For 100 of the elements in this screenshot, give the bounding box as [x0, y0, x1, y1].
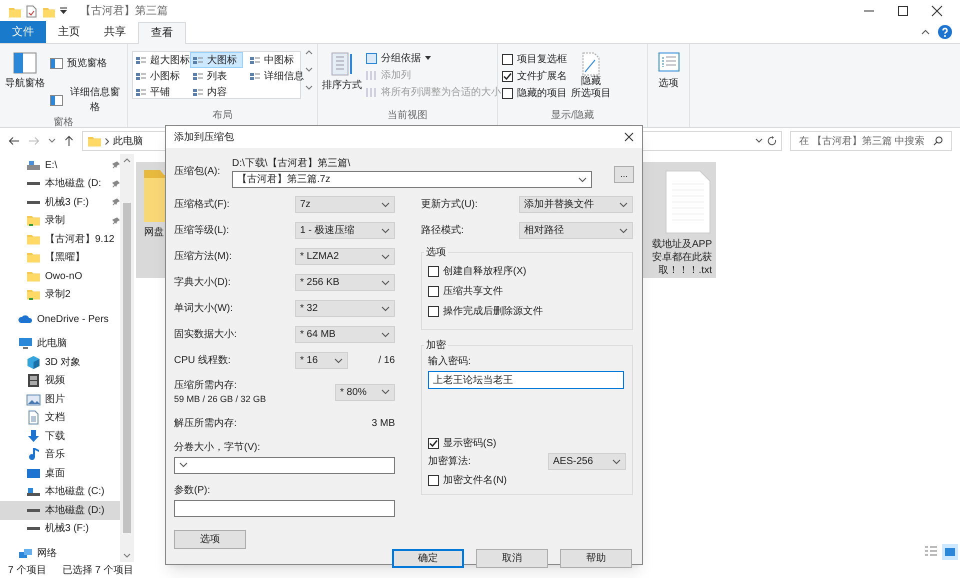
nav-item[interactable]: 本地磁盘 (D: — [0, 174, 120, 193]
help-icon[interactable] — [938, 25, 952, 39]
dropdown-arrow-icon[interactable] — [59, 6, 68, 16]
scroll-down-icon[interactable] — [123, 553, 131, 558]
checkbox-option[interactable]: 创建自释放程序(X) — [428, 263, 626, 279]
nav-item[interactable]: 音乐 — [0, 446, 120, 464]
dropdown[interactable] — [174, 456, 395, 474]
hide-selected-button[interactable]: 隐藏 所选项目 — [571, 48, 611, 108]
view-icon — [193, 88, 203, 96]
navigation-pane-button[interactable]: 导航窗格 — [4, 48, 46, 115]
checkbox-option[interactable]: 操作完成后删除源文件 — [428, 303, 626, 319]
view-option[interactable]: 中图标 — [247, 52, 300, 68]
pane-icon — [12, 52, 37, 74]
dropdown[interactable]: 7z — [295, 196, 395, 213]
nav-item[interactable]: 文档 — [0, 408, 120, 427]
view-option[interactable]: 平铺 — [133, 84, 186, 100]
dropdown[interactable]: 相对路径 — [519, 222, 633, 239]
scrollbar-thumb[interactable] — [123, 203, 131, 533]
checkbox-option[interactable]: 显示密码(S) — [428, 435, 626, 451]
group-by-button[interactable]: 分组依据 — [366, 51, 501, 65]
dialog-button[interactable]: 确定 — [392, 548, 464, 568]
dropdown[interactable]: * 80% — [335, 384, 395, 401]
nav-item[interactable]: 【黑曜】 — [0, 248, 120, 267]
checkbox[interactable] — [428, 286, 439, 296]
checkbox-option[interactable]: 加密文件名(N) — [428, 472, 626, 488]
dropdown[interactable]: * 16 — [295, 352, 348, 369]
chevron-down-icon[interactable] — [48, 138, 56, 144]
dropdown[interactable]: AES-256 — [548, 453, 626, 470]
ribbon-tab[interactable]: 共享 — [92, 21, 138, 43]
checkbox-option[interactable]: 文件扩展名 — [502, 69, 567, 83]
nav-item[interactable]: 视频 — [0, 372, 120, 390]
nav-item[interactable]: 录制 — [0, 212, 120, 230]
checkbox-option[interactable]: 压缩共享文件 — [428, 283, 626, 299]
collapse-icon[interactable] — [921, 28, 930, 36]
ribbon-tab[interactable]: 查看 — [138, 22, 186, 44]
nav-item[interactable]: 桌面 — [0, 464, 120, 482]
input-field[interactable] — [174, 500, 395, 516]
dropdown[interactable]: * LZMA2 — [295, 248, 395, 265]
dropdown[interactable]: 添加并替换文件 — [519, 196, 633, 213]
breadcrumb[interactable]: 此电脑 — [113, 134, 143, 148]
large-icons-view-icon[interactable] — [942, 544, 958, 560]
dropdown[interactable]: 1 - 极速压缩 — [295, 222, 395, 239]
field-label: 压缩方法(M): — [174, 250, 233, 264]
checkbox-option[interactable]: 隐藏的项目 — [502, 86, 567, 100]
ribbon-tab[interactable]: 主页 — [46, 21, 92, 43]
nav-item[interactable]: 本地磁盘 (C:) — [0, 482, 120, 501]
nav-item[interactable]: 此电脑 — [0, 334, 120, 353]
pane-button[interactable]: 详细信息窗格 — [50, 85, 123, 115]
nav-item[interactable]: 图片 — [0, 390, 120, 408]
scroll-up-icon[interactable] — [123, 158, 131, 163]
close-icon[interactable] — [624, 132, 634, 142]
pin-icon — [112, 198, 120, 206]
nav-item[interactable]: 机械3 (F:) — [0, 193, 120, 212]
sort-button[interactable]: 排序方式 — [322, 48, 362, 108]
nav-item[interactable]: E:\ — [0, 156, 120, 174]
nav-item[interactable]: 【古河君】9.12 — [0, 230, 120, 248]
chevron-down-icon[interactable] — [755, 138, 763, 144]
dropdown[interactable]: * 256 KB — [295, 274, 395, 291]
view-option[interactable]: 内容 — [190, 84, 243, 100]
view-option[interactable]: 小图标 — [133, 68, 186, 84]
back-arrow-icon[interactable] — [8, 136, 20, 146]
up-arrow-icon[interactable] — [64, 135, 74, 147]
pane-button[interactable]: 预览窗格 — [50, 56, 123, 71]
details-view-icon[interactable] — [924, 544, 938, 558]
checkbox[interactable] — [502, 70, 513, 82]
nav-item[interactable]: OneDrive - Pers — [0, 310, 120, 328]
checkbox[interactable] — [428, 306, 439, 316]
checkbox-option[interactable]: 项目复选框 — [502, 52, 567, 66]
file-name: 安卓都在此获 — [652, 251, 712, 264]
options-button[interactable]: 选项 — [174, 530, 246, 548]
dialog-button[interactable]: 帮助 — [560, 548, 632, 568]
checkbox[interactable] — [502, 54, 513, 64]
nav-item[interactable]: 录制2 — [0, 286, 120, 304]
nav-item[interactable]: 3D 对象 — [0, 353, 120, 372]
drive-icon — [27, 488, 40, 496]
view-option[interactable]: 大图标 — [190, 52, 243, 68]
refresh-icon[interactable] — [767, 136, 777, 146]
nav-item[interactable]: 本地磁盘 (D:) — [0, 501, 120, 520]
scroll-arrows-icon[interactable] — [305, 48, 313, 92]
nav-item[interactable]: 下载 — [0, 427, 120, 446]
dropdown[interactable]: * 64 MB — [295, 326, 395, 343]
dropdown[interactable]: 【古河君】第三篇.7z — [232, 171, 592, 188]
ribbon-tab[interactable]: 文件 — [0, 21, 46, 43]
browse-button[interactable]: ... — [614, 166, 634, 183]
checkbox[interactable] — [428, 474, 439, 486]
nav-item[interactable]: 网络 — [0, 544, 120, 562]
checkbox[interactable] — [428, 438, 439, 448]
view-option[interactable]: 列表 — [190, 68, 243, 84]
dialog-button[interactable]: 取消 — [476, 548, 548, 568]
dropdown[interactable]: * 32 — [295, 300, 395, 317]
nav-item[interactable]: 机械3 (F:) — [0, 520, 120, 538]
checkbox[interactable] — [428, 266, 439, 276]
nav-item[interactable]: Owo-nO — [0, 267, 120, 286]
field-label: 解压所需内存: — [174, 416, 237, 430]
options-button[interactable]: 选项 — [658, 52, 680, 91]
checkbox[interactable] — [502, 88, 513, 98]
search-field[interactable]: 在 【古河君】第三篇 中搜索 — [790, 131, 952, 151]
pin-icon — [112, 216, 120, 225]
file-item[interactable]: 载地址及APP 安卓都在此获 取！！！.txt — [642, 162, 716, 278]
password-field[interactable]: 上老王论坛当老王 — [428, 371, 624, 389]
